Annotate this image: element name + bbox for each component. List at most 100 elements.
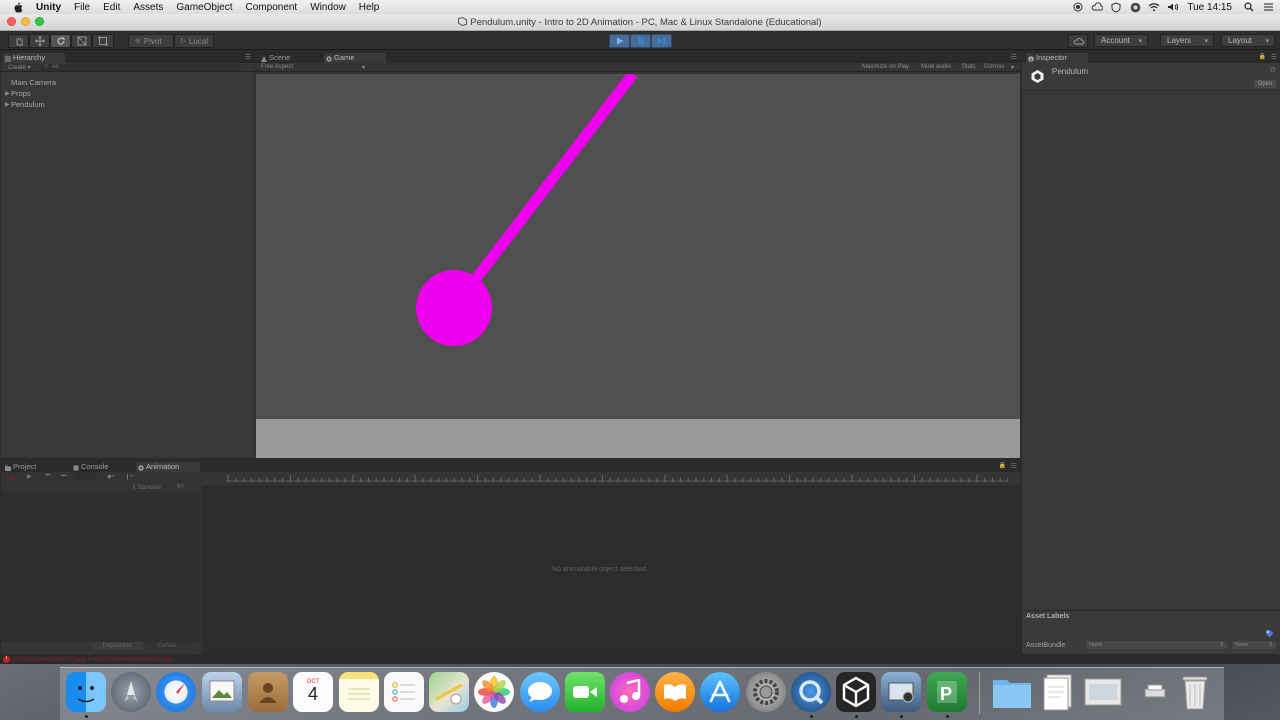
maps-icon[interactable]	[429, 672, 469, 712]
tag-icon[interactable]	[1265, 625, 1274, 638]
move-tool-button[interactable]	[29, 34, 50, 48]
animation-panel-menu-icon[interactable]: ☰	[1011, 462, 1017, 470]
tab-console[interactable]: Console	[71, 462, 133, 472]
inspector-panel-menu-icon[interactable]: ☰	[1271, 53, 1277, 61]
timeline-ruler[interactable]	[226, 474, 1008, 484]
expand-arrow-icon[interactable]: ▶	[5, 90, 10, 97]
next-key-button[interactable]: ⏭	[61, 473, 66, 480]
step-button[interactable]	[651, 34, 672, 48]
chrome-icon[interactable]	[1129, 1, 1141, 13]
ibooks-icon[interactable]	[655, 672, 695, 712]
app-store-icon[interactable]	[700, 672, 740, 712]
itunes-icon[interactable]	[610, 672, 650, 712]
stats-toggle[interactable]: Stats	[962, 64, 976, 70]
lock-icon[interactable]: 🔒	[999, 462, 1006, 469]
tab-animation[interactable]: Animation	[136, 462, 200, 472]
add-keyframe-button[interactable]: ◆+	[107, 473, 115, 480]
game-panel-menu-icon[interactable]: ☰	[1011, 53, 1017, 61]
tab-hierarchy[interactable]: Hierarchy	[3, 53, 65, 63]
trash-icon[interactable]	[1175, 672, 1215, 712]
add-event-button[interactable]: ❙+	[125, 473, 134, 480]
menu-file[interactable]: File	[74, 2, 90, 13]
scale-tool-button[interactable]	[71, 34, 92, 48]
messages-icon[interactable]	[520, 672, 560, 712]
tab-game[interactable]: Game	[324, 53, 386, 63]
unity-app-icon[interactable]	[836, 672, 876, 712]
gizmos-dropdown-icon[interactable]: ▾	[1011, 64, 1014, 71]
assetbundle-variant-dropdown[interactable]: None ⇕	[1232, 641, 1276, 649]
curves-button[interactable]: Curves	[144, 642, 190, 650]
layers-dropdown[interactable]: Layers	[1160, 34, 1214, 47]
apple-menu-icon[interactable]	[12, 1, 24, 13]
open-button[interactable]: Open	[1254, 80, 1276, 88]
menu-help[interactable]: Help	[359, 2, 380, 13]
safari-icon[interactable]	[156, 672, 196, 712]
pivot-toggle[interactable]: ⊕ Pivot	[128, 34, 174, 48]
documents-stack-icon[interactable]	[1038, 672, 1078, 712]
hierarchy-search-field[interactable]: ⚲ All	[41, 64, 241, 71]
menu-unity[interactable]: Unity	[36, 2, 61, 13]
lock-icon[interactable]: 🔒	[1259, 53, 1266, 60]
shield-icon[interactable]	[1110, 1, 1122, 13]
game-viewport[interactable]	[256, 74, 1020, 458]
applications-folder-icon[interactable]	[992, 672, 1032, 712]
first-key-button[interactable]: ⏮	[45, 473, 50, 480]
scanner-stack-icon[interactable]	[1140, 672, 1170, 712]
hand-tool-button[interactable]	[8, 34, 29, 48]
mute-audio-toggle[interactable]: Mute audio	[921, 64, 951, 70]
layout-dropdown[interactable]: Layout	[1221, 34, 1275, 47]
reminders-icon[interactable]	[384, 672, 424, 712]
account-dropdown[interactable]: Account	[1094, 34, 1148, 47]
hierarchy-create-button[interactable]: Create ▾	[8, 64, 31, 71]
notes-icon[interactable]	[339, 672, 379, 712]
quicktime-icon[interactable]	[791, 672, 831, 712]
menu-component[interactable]: Component	[246, 2, 298, 13]
tab-project[interactable]: Project	[3, 462, 67, 472]
image-capture-icon[interactable]	[881, 672, 921, 712]
samples-field[interactable]: 60	[177, 484, 184, 490]
record-button[interactable]	[9, 474, 15, 480]
menu-assets[interactable]: Assets	[133, 2, 163, 13]
assetbundle-dropdown[interactable]: None ⇕	[1086, 641, 1227, 649]
hierarchy-item-props[interactable]: Props	[11, 89, 31, 98]
dopesheet-button[interactable]: Dopesheet	[91, 642, 143, 650]
launchpad-icon[interactable]	[111, 672, 151, 712]
hierarchy-item-main-camera[interactable]: Main Camera	[11, 78, 56, 87]
menubar-clock[interactable]: Tue 14:15	[1187, 2, 1232, 13]
menu-window[interactable]: Window	[310, 2, 346, 13]
facetime-icon[interactable]	[565, 672, 605, 712]
photos-icon[interactable]	[474, 672, 514, 712]
play-button[interactable]	[609, 34, 630, 48]
contacts-icon[interactable]	[248, 672, 288, 712]
notification-center-icon[interactable]	[1262, 1, 1274, 13]
preview-icon[interactable]	[202, 672, 242, 712]
hierarchy-item-pendulum[interactable]: Pendulum	[11, 100, 45, 109]
console-status-bar[interactable]: ! (re.DataAnnotationsType) = IsStandalon…	[0, 655, 1020, 664]
finder-icon[interactable]	[66, 672, 106, 712]
calendar-icon[interactable]: OCT 4	[293, 672, 333, 712]
tab-inspector[interactable]: Inspector	[1026, 53, 1088, 63]
rotate-tool-button[interactable]	[50, 34, 71, 48]
cloud-services-button[interactable]	[1068, 34, 1088, 48]
pause-button[interactable]	[630, 34, 651, 48]
publisher-icon[interactable]: P	[927, 672, 967, 712]
record-icon[interactable]	[1072, 1, 1084, 13]
hierarchy-panel-menu-icon[interactable]: ☰	[245, 53, 251, 61]
frame-field[interactable]	[75, 473, 95, 480]
play-animation-button[interactable]: ▶	[27, 473, 32, 480]
gizmos-toggle[interactable]: Gizmos	[984, 64, 1004, 70]
downloads-stack-icon[interactable]	[1083, 672, 1123, 712]
menu-gameobject[interactable]: GameObject	[176, 2, 232, 13]
aspect-dropdown[interactable]: Free Aspect ▾	[261, 64, 365, 71]
system-preferences-icon[interactable]	[746, 672, 786, 712]
settings-gear-icon[interactable]: ⚙	[1270, 66, 1276, 74]
rect-tool-button[interactable]	[92, 34, 114, 48]
cloud-icon[interactable]	[1091, 1, 1104, 13]
volume-icon[interactable]	[1167, 1, 1179, 13]
menu-edit[interactable]: Edit	[103, 2, 120, 13]
spotlight-search-icon[interactable]	[1243, 1, 1255, 13]
expand-arrow-icon[interactable]: ▶	[5, 101, 10, 108]
local-toggle[interactable]: ↻ Local	[174, 34, 214, 48]
wifi-icon[interactable]	[1148, 1, 1160, 13]
maximize-on-play-toggle[interactable]: Maximize on Play	[862, 64, 909, 70]
